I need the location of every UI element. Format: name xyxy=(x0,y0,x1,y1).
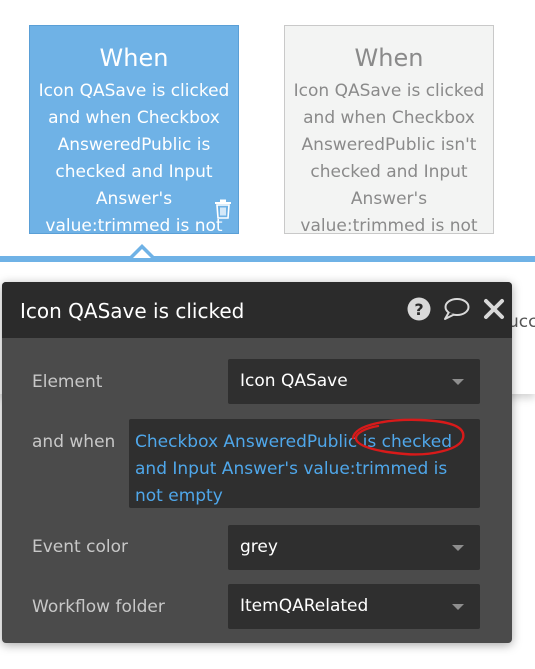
annotation-circle-icon xyxy=(351,418,465,456)
event-card[interactable]: When Icon QASave is clicked and when Che… xyxy=(284,25,494,234)
condition-expression-field[interactable]: Checkbox AnsweredPublic is checked and I… xyxy=(129,418,480,508)
trash-icon[interactable] xyxy=(214,199,232,223)
element-label: Element xyxy=(32,372,103,392)
card-description: Icon QASave is clicked and when Checkbox… xyxy=(293,81,485,234)
workflow-folder-label: Workflow folder xyxy=(32,597,165,617)
event-card-selected[interactable]: When Icon QASave is clicked and when Che… xyxy=(29,25,239,234)
panel-header: Icon QASave is clicked ? xyxy=(2,282,512,338)
chevron-down-icon xyxy=(452,604,464,610)
chevron-down-icon xyxy=(452,545,464,551)
event-color-dropdown[interactable]: grey xyxy=(228,525,480,570)
workflow-folder-value: ItemQARelated xyxy=(240,596,369,616)
event-color-label: Event color xyxy=(32,537,128,557)
panel-title: Icon QASave is clicked xyxy=(20,299,245,323)
card-title: When xyxy=(99,44,169,72)
card-title: When xyxy=(354,44,424,72)
selection-line xyxy=(0,256,535,262)
workflow-folder-dropdown[interactable]: ItemQARelated xyxy=(228,584,480,629)
event-property-editor: Icon QASave is clicked ? Element Icon QA… xyxy=(2,282,512,643)
help-icon[interactable]: ? xyxy=(406,296,432,326)
chevron-down-icon xyxy=(452,379,464,385)
and-when-label: and when xyxy=(32,432,116,452)
close-icon[interactable] xyxy=(483,296,505,324)
element-dropdown[interactable]: Icon QASave xyxy=(228,359,480,404)
selection-pointer-inner xyxy=(133,249,151,258)
element-value: Icon QASave xyxy=(240,371,348,391)
svg-text:?: ? xyxy=(414,300,423,319)
comment-icon[interactable] xyxy=(442,296,470,326)
event-color-value: grey xyxy=(240,537,278,557)
clipped-text: ucc xyxy=(508,312,535,332)
card-description: Icon QASave is clicked and when Checkbox… xyxy=(38,81,230,234)
